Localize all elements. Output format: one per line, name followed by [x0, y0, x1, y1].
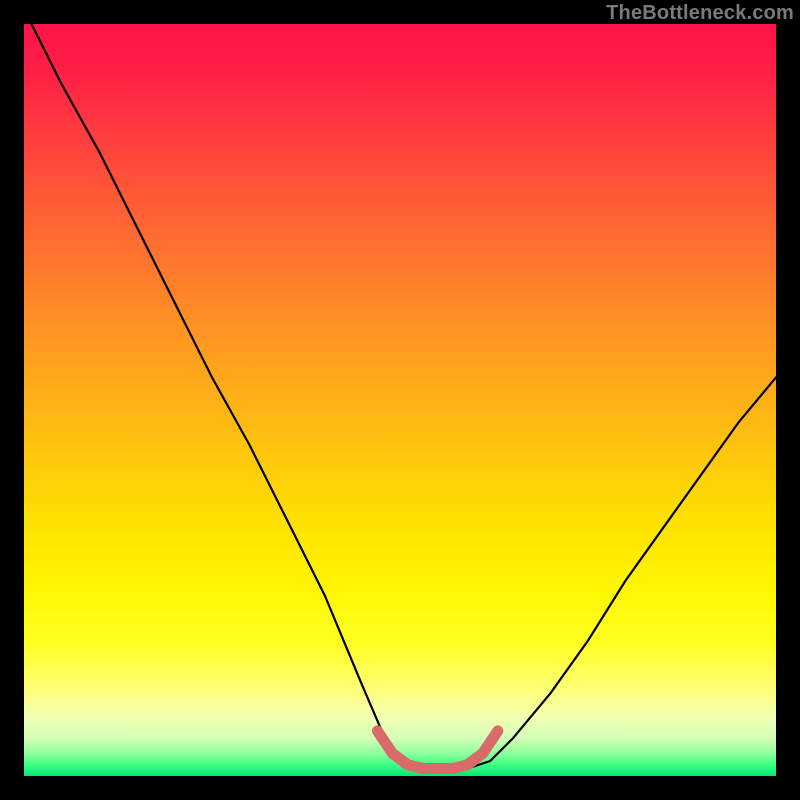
chart-frame: TheBottleneck.com — [0, 0, 800, 800]
chart-svg — [24, 24, 776, 776]
plot-area — [24, 24, 776, 776]
attribution-text: TheBottleneck.com — [606, 2, 794, 25]
bottleneck-curve — [24, 9, 776, 769]
highlight-segment — [377, 731, 497, 769]
